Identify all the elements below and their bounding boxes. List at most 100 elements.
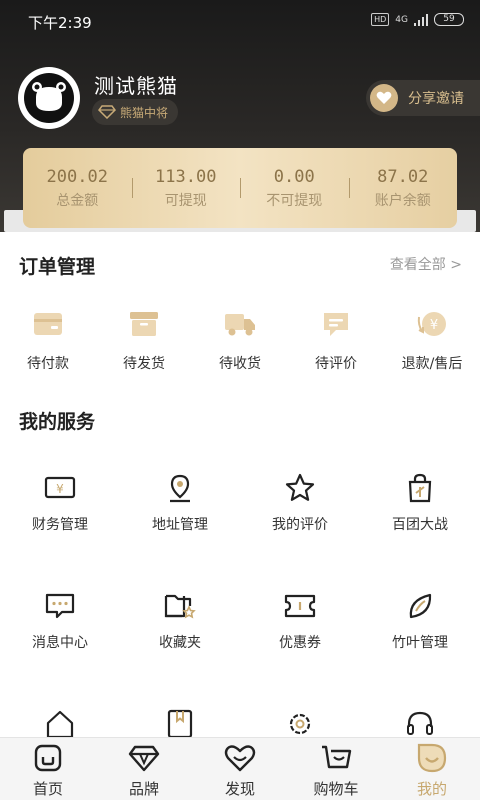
order-label: 待收货 [219,356,261,372]
service-label: 地址管理 [152,517,208,533]
hd-icon: HD [371,13,390,26]
service-partial-2[interactable] [120,708,240,737]
wallet-label: 总金额 [56,193,99,209]
order-label: 待发货 [123,356,165,372]
panda-logo-icon [24,73,74,123]
status-bar: 下午2:39 HD 4G 59 [0,0,480,40]
orders-title: 订单管理 [19,256,96,278]
share-invite-button[interactable]: 分享邀请 [366,80,480,116]
service-partial-4[interactable] [360,708,480,737]
message-icon [44,590,76,622]
wallet-label: 账户余额 [374,193,431,209]
order-label: 待付款 [27,356,69,372]
avatar[interactable] [18,67,80,129]
nav-label: 购物车 [313,780,359,798]
service-finance[interactable]: ¥ 财务管理 [0,472,120,590]
order-pending-payment[interactable]: 待付款 [0,307,96,373]
order-refund[interactable]: ¥ 退款/售后 [384,307,480,373]
wallet-card: 200.02 总金额 113.00 可提现 0.00 不可提现 87.02 账户… [23,148,457,228]
wallet-value: 200.02 [46,167,108,187]
service-label: 优惠券 [279,635,321,651]
house-icon [44,708,76,737]
order-status-row: 待付款 待发货 待收货 待评价 ¥ 退款/售后 [0,307,480,373]
profile-icon [416,742,448,774]
service-favorites[interactable]: 收藏夹 [120,590,240,708]
main-content: 订单管理 查看全部 > 待付款 待发货 待收货 待评价 ¥ 退款/售后 我的服务… [0,232,480,737]
wallet-value: 87.02 [377,167,429,187]
svg-text:¥: ¥ [430,318,438,333]
service-my-reviews[interactable]: 我的评价 [240,472,360,590]
service-partial-1[interactable] [0,708,120,737]
order-label: 退款/售后 [401,356,463,372]
service-address[interactable]: 地址管理 [120,472,240,590]
order-pending-review[interactable]: 待评价 [288,307,384,373]
services-title: 我的服务 [19,411,96,433]
signal-icon [414,13,428,26]
headset-icon [404,708,436,737]
status-time: 下午2:39 [28,14,92,32]
rank-badge: 熊猫中将 [92,99,179,125]
heart-icon [224,742,256,774]
battery-icon: 59 [434,13,464,26]
order-pending-shipment[interactable]: 待发货 [96,307,192,373]
comment-icon [319,307,353,341]
shopping-bag-icon [404,472,436,504]
bottom-nav: 首页 品牌 发现 购物车 我的 [0,737,480,800]
svg-text:¥: ¥ [56,482,64,496]
wallet-value: 113.00 [155,167,217,187]
service-messages[interactable]: 消息中心 [0,590,120,708]
heart-invite-icon [370,84,398,112]
network-label: 4G [395,14,408,25]
wallet-label: 不可提现 [266,193,323,209]
wallet-balance[interactable]: 87.02 账户余额 [348,166,458,210]
service-label: 财务管理 [32,517,88,533]
nav-brand[interactable]: 品牌 [96,738,192,800]
gear-icon [284,708,316,737]
status-icons: HD 4G 59 [371,13,464,26]
finance-icon: ¥ [44,472,76,504]
service-label: 我的评价 [272,517,328,533]
wallet-withdrawable[interactable]: 113.00 可提现 [131,166,241,210]
service-label: 百团大战 [392,517,448,533]
nav-me[interactable]: 我的 [384,738,480,800]
service-bamboo-leaf[interactable]: 竹叶管理 [360,590,480,708]
view-all-orders-link[interactable]: 查看全部 > [390,254,462,274]
cart-icon [320,742,352,774]
leaf-icon [404,590,436,622]
nav-cart[interactable]: 购物车 [288,738,384,800]
service-coupons[interactable]: 优惠券 [240,590,360,708]
wallet-icon [31,307,65,341]
home-icon [32,742,64,774]
nav-discover[interactable]: 发现 [192,738,288,800]
order-pending-receipt[interactable]: 待收货 [192,307,288,373]
nav-label: 首页 [32,780,63,798]
wallet-value: 0.00 [273,167,315,187]
invite-label: 分享邀请 [408,91,464,107]
order-label: 待评价 [315,356,357,372]
service-label: 消息中心 [32,635,88,651]
folder-star-icon [164,590,196,622]
wallet-non-withdrawable[interactable]: 0.00 不可提现 [240,166,349,210]
bookmark-icon [164,708,196,737]
username: 测试熊猫 [94,74,178,98]
service-label: 收藏夹 [159,635,201,651]
nav-label: 发现 [224,780,255,798]
wallet-label: 可提现 [164,193,207,209]
service-partial-3[interactable] [240,708,360,737]
location-pin-icon [164,472,196,504]
diamond-icon [128,742,160,774]
coupon-icon [284,590,316,622]
box-icon [127,307,161,341]
service-label: 竹叶管理 [392,635,448,651]
service-group-battle[interactable]: 百团大战 [360,472,480,590]
services-grid: ¥ 财务管理 地址管理 我的评价 百团大战 消息中心 收藏夹 优惠券 竹叶管理 [0,472,480,737]
nav-home[interactable]: 首页 [0,738,96,800]
nav-label: 品牌 [128,780,159,798]
refund-icon: ¥ [415,307,449,341]
diamond-rank-icon [98,105,116,119]
wallet-total[interactable]: 200.02 总金额 [23,166,132,210]
rank-label: 熊猫中将 [120,105,169,120]
profile-header: 下午2:39 HD 4G 59 测试熊猫 熊猫中将 分享邀请 200.02 总金… [0,0,480,232]
star-icon [284,472,316,504]
nav-label: 我的 [416,780,447,798]
